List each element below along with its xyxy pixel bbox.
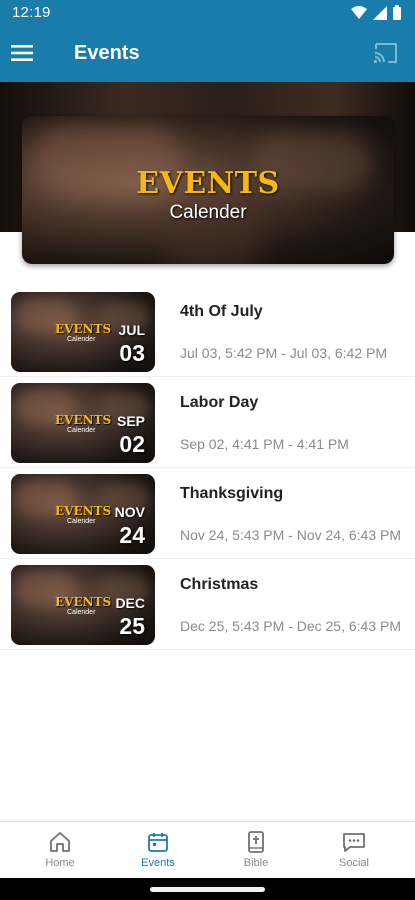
hero-subtitle: Calender (169, 202, 247, 223)
status-icons (351, 5, 401, 20)
hero-title: EVENTS (136, 166, 280, 201)
calendar-icon (148, 833, 168, 852)
thumbnail-logo: EVENTS (55, 322, 112, 336)
hero-banner: EVENTS Calender (0, 82, 415, 268)
nav-events-label: Events (141, 857, 175, 869)
event-day: 03 (119, 340, 145, 366)
app-bar: Events (0, 26, 415, 82)
event-day: 24 (119, 522, 145, 548)
event-time: Dec 25, 5:43 PM - Dec 25, 6:43 PM (180, 618, 401, 634)
event-row[interactable]: EVENTS Calender NOV 24 Thanksgiving Nov … (0, 468, 415, 559)
event-month: SEP (116, 413, 145, 429)
event-row[interactable]: EVENTS Calender JUL 03 4th Of July Jul 0… (0, 286, 415, 377)
thumbnail-logo-sub: Calender (67, 518, 96, 525)
event-row[interactable]: EVENTS Calender SEP 02 Labor Day Sep 02,… (0, 377, 415, 468)
battery-icon (393, 5, 401, 20)
event-name: 4th Of July (180, 303, 263, 320)
nav-social[interactable]: Social (305, 822, 403, 879)
nav-bible-label: Bible (243, 857, 269, 869)
nav-events[interactable]: Events (109, 822, 207, 879)
status-bar: 12:19 (0, 0, 415, 26)
event-list: EVENTS Calender JUL 03 4th Of July Jul 0… (0, 286, 415, 650)
event-month: JUL (118, 322, 145, 338)
event-thumbnail: EVENTS Calender DEC 25 (11, 565, 155, 645)
home-icon (50, 832, 70, 852)
bible-icon (248, 831, 264, 853)
home-gesture-handle[interactable] (150, 887, 265, 892)
event-name: Thanksgiving (180, 485, 284, 502)
system-navigation-bar (0, 878, 415, 900)
event-day: 25 (119, 613, 145, 639)
cast-icon[interactable] (373, 42, 399, 64)
event-thumbnail: EVENTS Calender JUL 03 (11, 292, 155, 372)
menu-icon[interactable] (10, 41, 34, 65)
event-thumbnail: EVENTS Calender NOV 24 (11, 474, 155, 554)
event-time: Sep 02, 4:41 PM - 4:41 PM (180, 436, 349, 452)
wifi-icon (351, 5, 367, 19)
event-day: 02 (119, 431, 145, 457)
nav-home[interactable]: Home (11, 822, 109, 879)
nav-bible[interactable]: Bible (207, 822, 305, 879)
chat-icon (343, 833, 365, 852)
nav-social-label: Social (339, 857, 369, 869)
thumbnail-logo: EVENTS (55, 504, 112, 518)
event-thumbnail: EVENTS Calender SEP 02 (11, 383, 155, 463)
event-name: Christmas (180, 576, 259, 593)
status-time: 12:19 (12, 4, 51, 21)
thumbnail-logo-sub: Calender (67, 609, 96, 616)
hero-image: EVENTS Calender (22, 116, 394, 264)
thumbnail-logo-sub: Calender (67, 336, 96, 343)
event-time: Nov 24, 5:43 PM - Nov 24, 6:43 PM (180, 527, 401, 543)
bottom-navigation: Home Events Bible Social (0, 821, 415, 878)
page-title: Events (74, 42, 140, 64)
event-time: Jul 03, 5:42 PM - Jul 03, 6:42 PM (180, 345, 387, 361)
event-name: Labor Day (180, 394, 259, 411)
thumbnail-logo: EVENTS (55, 413, 112, 427)
thumbnail-logo-sub: Calender (67, 427, 96, 434)
nav-home-label: Home (45, 857, 75, 869)
signal-icon (373, 5, 387, 20)
thumbnail-logo: EVENTS (55, 595, 112, 609)
event-month: DEC (115, 595, 145, 611)
event-month: NOV (114, 504, 145, 520)
event-row[interactable]: EVENTS Calender DEC 25 Christmas Dec 25,… (0, 559, 415, 650)
